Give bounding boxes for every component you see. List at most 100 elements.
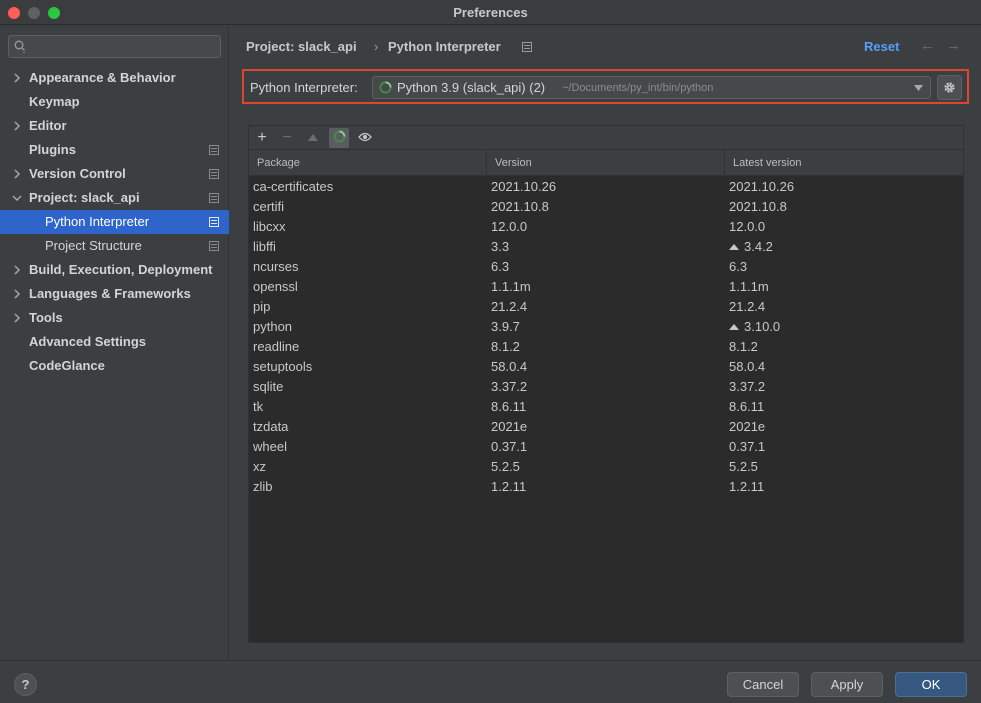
window-title: Preferences: [453, 5, 528, 20]
back-arrow-icon[interactable]: ←: [920, 37, 935, 54]
sidebar-item-label: Project: slack_api: [29, 190, 140, 205]
package-name: readline: [253, 339, 300, 354]
table-row[interactable]: readline 8.1.2 8.1.2: [249, 337, 963, 357]
sidebar-item-label: Project Structure: [45, 238, 142, 253]
table-row[interactable]: pip 21.2.4 21.2.4: [249, 297, 963, 317]
reset-link[interactable]: Reset: [864, 39, 899, 54]
interpreter-name: Python 3.9 (slack_api) (2): [397, 80, 546, 95]
settings-content: Project: slack_api › Python Interpreter …: [230, 26, 981, 660]
sidebar-item-label: CodeGlance: [29, 358, 105, 373]
chevron-down-icon[interactable]: [12, 186, 22, 210]
breadcrumb-current: Python Interpreter: [388, 39, 501, 54]
package-latest-version: 12.0.0: [729, 217, 765, 237]
chevron-right-icon[interactable]: [12, 306, 22, 330]
latest-version-text: 8.6.11: [729, 399, 765, 414]
column-header-latest-version[interactable]: Latest version: [725, 151, 963, 176]
package-name: sqlite: [253, 379, 284, 394]
latest-version-text: 1.1.1m: [729, 279, 769, 294]
breadcrumb-parent[interactable]: Project: slack_api: [246, 39, 357, 54]
eye-icon: [358, 132, 372, 142]
sidebar-item-plugins[interactable]: Plugins: [0, 138, 229, 162]
table-row[interactable]: zlib 1.2.11 1.2.11: [249, 477, 963, 497]
cancel-button[interactable]: Cancel: [727, 672, 799, 697]
package-latest-version: 5.2.5: [729, 457, 758, 477]
table-row[interactable]: python 3.9.7 3.10.0: [249, 317, 963, 337]
help-button[interactable]: ?: [14, 673, 37, 696]
package-latest-version: 3.4.2: [729, 237, 773, 257]
package-version: 3.37.2: [491, 379, 528, 394]
latest-version-text: 3.37.2: [729, 379, 766, 394]
sidebar-item-appearance-behavior[interactable]: Appearance & Behavior: [0, 66, 229, 90]
sidebar-item-keymap[interactable]: Keymap: [0, 90, 229, 114]
dialog-footer: ? Cancel Apply OK: [0, 660, 981, 703]
latest-version-text: 5.2.5: [729, 459, 758, 474]
table-row[interactable]: setuptools 58.0.4 58.0.4: [249, 357, 963, 377]
package-latest-version: 3.37.2: [729, 377, 765, 397]
table-row[interactable]: certifi 2021.10.8 2021.10.8: [249, 197, 963, 217]
chevron-right-icon[interactable]: [12, 162, 22, 186]
chevron-right-icon[interactable]: [12, 258, 22, 282]
latest-version-text: 3.10.0: [744, 319, 781, 334]
upgrade-package-button[interactable]: [303, 128, 323, 148]
package-name: setuptools: [253, 359, 313, 374]
column-header-package[interactable]: Package: [249, 151, 487, 176]
table-row[interactable]: wheel 0.37.1 0.37.1: [249, 437, 963, 457]
table-row[interactable]: ncurses 6.3 6.3: [249, 257, 963, 277]
apply-button[interactable]: Apply: [811, 672, 883, 697]
latest-version-text: 58.0.4: [729, 359, 766, 374]
sidebar-item-project-slack-api[interactable]: Project: slack_api: [0, 186, 229, 210]
ok-button[interactable]: OK: [895, 672, 967, 697]
show-early-releases-button[interactable]: [355, 128, 375, 148]
sidebar-item-label: Build, Execution, Deployment: [29, 262, 213, 277]
chevron-down-icon: [914, 85, 923, 91]
maximize-window-button[interactable]: [48, 7, 60, 19]
package-latest-version: 21.2.4: [729, 297, 765, 317]
settings-search-input[interactable]: [8, 35, 221, 58]
minimize-window-button[interactable]: [28, 7, 40, 19]
package-name: wheel: [253, 439, 287, 454]
sidebar-item-editor[interactable]: Editor: [0, 114, 229, 138]
package-name: python: [253, 319, 293, 334]
chevron-right-icon[interactable]: [12, 282, 22, 306]
package-name: tk: [253, 399, 264, 414]
table-row[interactable]: sqlite 3.37.2 3.37.2: [249, 377, 963, 397]
sidebar-item-python-interpreter[interactable]: Python Interpreter: [0, 210, 229, 234]
settings-page-icon: [209, 145, 219, 155]
package-version: 5.2.5: [491, 459, 520, 474]
table-row[interactable]: tk 8.6.11 8.6.11: [249, 397, 963, 417]
package-latest-version: 6.3: [729, 257, 747, 277]
breadcrumb-separator: ›: [374, 39, 379, 54]
table-row[interactable]: libffi 3.3 3.4.2: [249, 237, 963, 257]
refresh-packages-button[interactable]: [329, 128, 349, 148]
sidebar-item-advanced-settings[interactable]: Advanced Settings: [0, 330, 229, 354]
sidebar-item-label: Tools: [29, 310, 63, 325]
column-header-version[interactable]: Version: [487, 151, 725, 176]
table-row[interactable]: openssl 1.1.1m 1.1.1m: [249, 277, 963, 297]
chevron-right-icon[interactable]: [12, 66, 22, 90]
latest-version-text: 8.1.2: [729, 339, 758, 354]
sidebar-item-label: Languages & Frameworks: [29, 286, 191, 301]
package-name: pip: [253, 299, 271, 314]
sidebar-item-languages-frameworks[interactable]: Languages & Frameworks: [0, 282, 229, 306]
close-window-button[interactable]: [8, 7, 20, 19]
package-latest-version: 3.10.0: [729, 317, 780, 337]
sidebar-item-build-execution-deployment[interactable]: Build, Execution, Deployment: [0, 258, 229, 282]
remove-package-button[interactable]: −: [277, 128, 297, 148]
table-row[interactable]: libcxx 12.0.0 12.0.0: [249, 217, 963, 237]
sidebar-item-codeglance[interactable]: CodeGlance: [0, 354, 229, 378]
table-row[interactable]: ca-certificates 2021.10.26 2021.10.26: [249, 177, 963, 197]
table-row[interactable]: xz 5.2.5 5.2.5: [249, 457, 963, 477]
package-latest-version: 0.37.1: [729, 437, 765, 457]
sidebar-item-version-control[interactable]: Version Control: [0, 162, 229, 186]
interpreter-dropdown[interactable]: Python 3.9 (slack_api) (2) ~/Documents/p…: [372, 76, 931, 99]
add-package-button[interactable]: +: [252, 128, 272, 148]
table-row[interactable]: tzdata 2021e 2021e: [249, 417, 963, 437]
sidebar-item-label: Appearance & Behavior: [29, 70, 176, 85]
interpreter-settings-button[interactable]: [937, 75, 962, 100]
sidebar-item-label: Keymap: [29, 94, 80, 109]
chevron-right-icon[interactable]: [12, 114, 22, 138]
sidebar-item-tools[interactable]: Tools: [0, 306, 229, 330]
sidebar-item-project-structure[interactable]: Project Structure: [0, 234, 229, 258]
sidebar-item-label: Version Control: [29, 166, 126, 181]
forward-arrow-icon[interactable]: →: [946, 37, 961, 54]
